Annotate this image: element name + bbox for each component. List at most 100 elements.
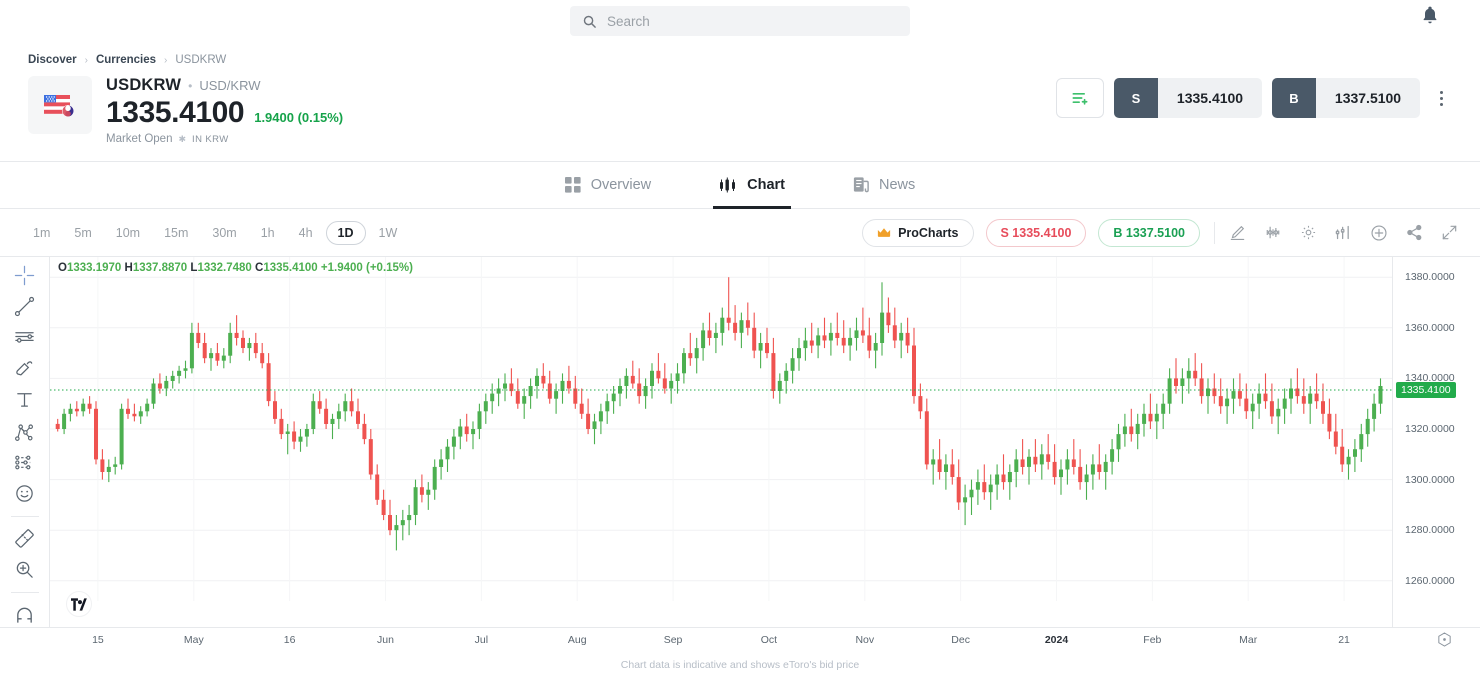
breadcrumb-item-usdkrw: USDKRW	[175, 54, 227, 66]
search-icon	[582, 14, 597, 29]
instrument-header: Discover › Currencies › USDKRW USDKRW • …	[0, 42, 1480, 162]
instrument-ticker: USDKRW	[106, 76, 182, 94]
measure-ruler-icon[interactable]	[8, 527, 42, 551]
instrument-separator: •	[188, 79, 193, 93]
chart-type-icon[interactable]	[1335, 224, 1352, 241]
section-tabs: Overview Chart News	[0, 162, 1480, 209]
magnet-icon[interactable]	[8, 603, 42, 627]
procharts-label: ProCharts	[898, 225, 959, 240]
brush-icon[interactable]	[8, 357, 42, 381]
time-axis-tick: Aug	[567, 634, 587, 646]
timeframe-30m[interactable]: 30m	[201, 221, 247, 245]
market-status-marker: ✱	[178, 133, 187, 144]
chart-action-icons	[1229, 224, 1458, 242]
draw-pencil-icon[interactable]	[1229, 224, 1246, 241]
horizontal-lines-icon[interactable]	[8, 325, 42, 349]
time-axis-tick: Dec	[951, 634, 970, 646]
emoji-icon[interactable]	[8, 482, 42, 506]
instrument-details: USDKRW • USD/KRW 1335.4100 1.9400 (0.15%…	[106, 76, 343, 145]
fullscreen-icon[interactable]	[1441, 224, 1458, 241]
chart-footnote: Chart data is indicative and shows eToro…	[620, 659, 860, 671]
tab-chart-label: Chart	[747, 176, 786, 193]
instrument-row: USDKRW • USD/KRW 1335.4100 1.9400 (0.15%…	[0, 66, 1480, 161]
timeframe-15m[interactable]: 15m	[153, 221, 199, 245]
tab-overview[interactable]: Overview	[559, 162, 657, 209]
chart-area: O1333.1970 H1337.8870 L1332.7480 C1335.4…	[0, 257, 1480, 627]
indicators-icon[interactable]	[1264, 224, 1282, 241]
usd-krw-flag-icon	[28, 76, 92, 134]
time-axis-tick: 15	[92, 634, 104, 646]
notification-bell-icon[interactable]	[1420, 4, 1440, 26]
time-axis[interactable]: 15 May 16 Jun Jul Aug Sep Oct Nov Dec 2024 Feb Mar 21	[0, 627, 1480, 653]
breadcrumb: Discover › Currencies › USDKRW	[0, 42, 1480, 66]
price-axis-tick: 1300.0000	[1405, 473, 1455, 486]
time-axis-tick: 21	[1338, 634, 1350, 646]
pattern-icon[interactable]	[8, 450, 42, 474]
crosshair-icon[interactable]	[8, 263, 42, 287]
settings-gear-icon[interactable]	[1300, 224, 1317, 241]
chart-buy-pill[interactable]: B 1337.5100	[1098, 218, 1200, 247]
ohlc-legend: O1333.1970 H1337.8870 L1332.7480 C1335.4…	[58, 262, 413, 274]
timeframe-list: 1m 5m 10m 15m 30m 1h 4h 1D 1W	[22, 220, 409, 245]
breadcrumb-item-currencies[interactable]: Currencies	[96, 54, 156, 66]
time-axis-tick: Nov	[855, 634, 875, 646]
tab-chart[interactable]: Chart	[713, 162, 792, 209]
price-axis-tick: 1280.0000	[1405, 524, 1455, 537]
news-document-icon	[853, 176, 869, 193]
timezone-clock-icon[interactable]	[1437, 632, 1452, 647]
time-axis-tick: Sep	[663, 634, 683, 646]
add-compare-icon[interactable]	[1370, 224, 1388, 242]
add-to-watchlist-icon[interactable]	[1056, 78, 1104, 118]
ohlc-high-value: 1337.8870	[132, 262, 188, 274]
fib-pitchfork-icon[interactable]	[8, 419, 42, 443]
chart-toolbar: 1m 5m 10m 15m 30m 1h 4h 1D 1W ProCharts …	[0, 209, 1480, 257]
toolbar-divider	[1214, 221, 1215, 244]
search-placeholder: Search	[607, 13, 650, 29]
grid-icon	[564, 176, 581, 193]
more-options-icon[interactable]	[1430, 90, 1452, 106]
instrument-price: 1335.4100	[106, 96, 245, 129]
tab-news[interactable]: News	[847, 162, 921, 209]
chart-toolbar-right: ProCharts S 1335.4100 B 1337.5100	[862, 218, 1458, 247]
sell-button[interactable]: S 1335.4100	[1114, 78, 1262, 118]
zoom-in-icon[interactable]	[8, 558, 42, 582]
tradingview-logo-icon[interactable]	[66, 591, 92, 617]
instrument-pair: USD/KRW	[199, 78, 261, 93]
timeframe-1w[interactable]: 1W	[368, 221, 409, 245]
buy-price: 1337.5100	[1316, 78, 1420, 118]
time-axis-tick: Jul	[474, 634, 489, 646]
price-axis-tick: 1360.0000	[1405, 321, 1455, 334]
tab-overview-label: Overview	[590, 176, 652, 193]
procharts-button[interactable]: ProCharts	[862, 218, 974, 247]
ohlc-change: +1.9400 (+0.15%)	[320, 262, 413, 274]
timeframe-4h[interactable]: 4h	[288, 221, 324, 245]
market-status: Market Open	[106, 133, 173, 145]
price-axis[interactable]: 1380.0000 1360.0000 1340.0000 1320.0000 1300…	[1392, 257, 1480, 627]
timeframe-1m[interactable]: 1m	[22, 221, 61, 245]
timeframe-5m[interactable]: 5m	[63, 221, 102, 245]
timeframe-10m[interactable]: 10m	[105, 221, 151, 245]
chart-sell-pill[interactable]: S 1335.4100	[985, 218, 1087, 247]
time-axis-tick: 2024	[1044, 634, 1069, 646]
time-axis-tick: Mar	[1239, 634, 1258, 646]
trend-line-icon[interactable]	[8, 294, 42, 318]
breadcrumb-item-discover[interactable]: Discover	[28, 54, 77, 66]
text-tool-icon[interactable]	[8, 388, 42, 412]
ohlc-close-value: 1335.4100	[263, 262, 318, 274]
price-axis-tick: 1260.0000	[1405, 574, 1455, 587]
buy-button[interactable]: B 1337.5100	[1272, 78, 1420, 118]
timeframe-1h[interactable]: 1h	[250, 221, 286, 245]
time-axis-tick: May	[183, 634, 204, 646]
share-icon[interactable]	[1406, 224, 1423, 241]
ohlc-high-label: H	[124, 262, 133, 274]
timeframe-1d[interactable]: 1D	[325, 220, 366, 245]
trade-cluster: S 1335.4100 B 1337.5100	[1056, 78, 1452, 118]
candlestick-plot[interactable]: O1333.1970 H1337.8870 L1332.7480 C1335.4…	[50, 257, 1392, 627]
top-bar: Search	[0, 0, 1480, 42]
buy-letter: B	[1272, 78, 1316, 118]
search-input[interactable]: Search	[570, 6, 910, 36]
instrument-change: 1.9400 (0.15%)	[254, 110, 344, 125]
drawing-toolbar	[0, 257, 50, 627]
sell-letter: S	[1114, 78, 1158, 118]
breadcrumb-separator: ›	[84, 54, 88, 66]
